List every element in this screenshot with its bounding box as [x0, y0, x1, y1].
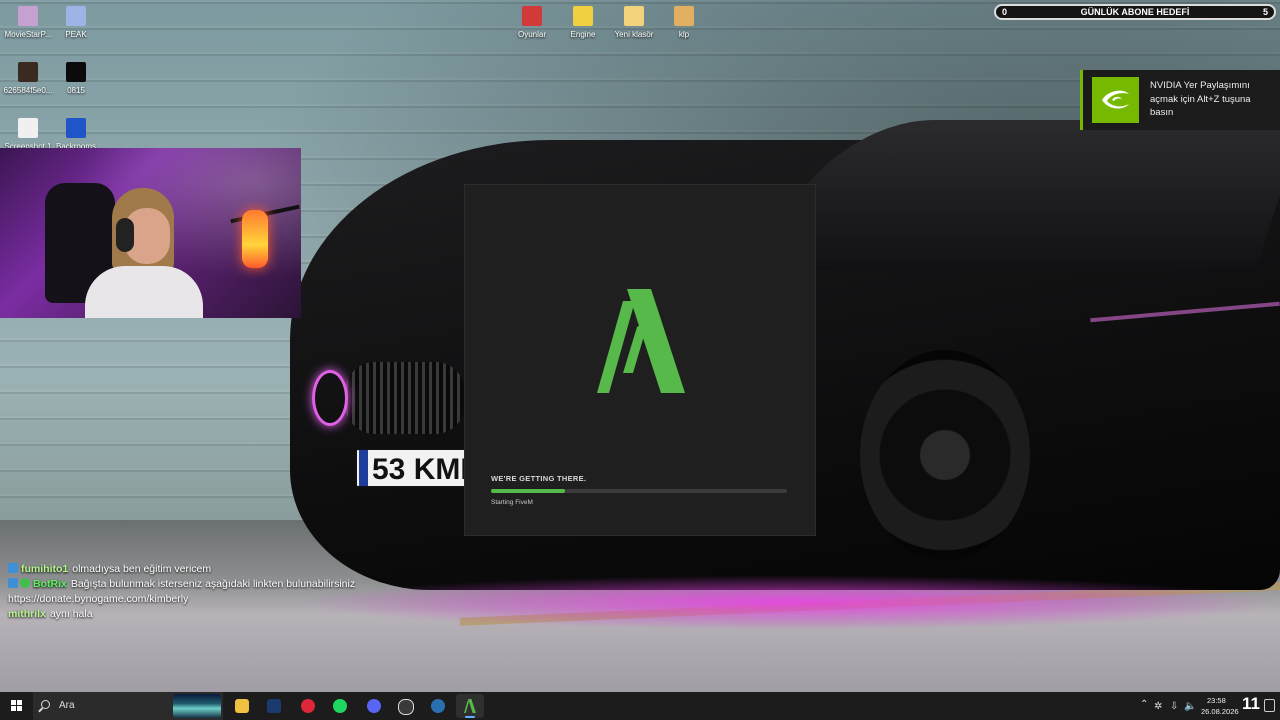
- chat-text: Bağışta bulunmak isterseniz aşağıdaki li…: [70, 578, 356, 590]
- chat-text: olmadıysa ben eğitim vericem: [72, 563, 212, 575]
- taskbar-app-opera-gx[interactable]: [294, 694, 322, 718]
- steam-alt-icon: [431, 699, 445, 713]
- clock-date[interactable]: 26.08.2026: [1201, 707, 1239, 716]
- chat-badge-icon: [8, 578, 18, 588]
- screenshot-file-icon: [18, 118, 38, 138]
- loading-progress-fill: [491, 489, 565, 493]
- clock-time[interactable]: 23:58: [1207, 696, 1226, 705]
- desktop-icon-peak[interactable]: PEAK: [48, 6, 104, 40]
- chat-link[interactable]: https://donate.bynogame.com/kimberly: [8, 593, 188, 605]
- toast-accent-bar: [1080, 70, 1083, 130]
- desktop-icon-0815[interactable]: 0815: [48, 62, 104, 96]
- wallpaper-neon-glow: [300, 575, 1280, 630]
- chat-username: mithrilx: [8, 608, 46, 620]
- notification-center-icon[interactable]: [1264, 699, 1275, 712]
- peak-icon: [66, 6, 86, 26]
- chat-message: fumihito1 olmadıysa ben eğitim vericem: [8, 562, 355, 577]
- image-file-icon: [18, 62, 38, 82]
- backrooms-game-icon: [66, 118, 86, 138]
- opera-gx-icon: [301, 699, 315, 713]
- taskbar-app-spotify[interactable]: [326, 694, 354, 718]
- taskbar-app-fivem[interactable]: [456, 694, 484, 718]
- chat-message: BotRix Bağışta bulunmak isterseniz aşağıd…: [8, 577, 355, 592]
- subscriber-goal-bar: 0 GÜNLÜK ABONE HEDEFİ 5: [994, 4, 1276, 20]
- taskbar-app-obs[interactable]: [391, 694, 419, 718]
- search-icon: [41, 700, 50, 709]
- fivem-logo-icon: [597, 289, 685, 393]
- chevron-up-icon[interactable]: ⌃: [1140, 699, 1148, 710]
- search-placeholder: Ara: [59, 700, 75, 711]
- license-plate-text: 53 KMB: [372, 453, 475, 486]
- folder-icon: [522, 6, 542, 26]
- settings-gear-icon[interactable]: ✲: [1154, 701, 1162, 712]
- usb-device-icon[interactable]: ⇩: [1170, 701, 1178, 712]
- goal-title: GÜNLÜK ABONE HEDEFİ: [1080, 7, 1190, 17]
- wallpaper-car-headlight: [312, 370, 348, 426]
- wallpaper-car-grille: [345, 362, 465, 434]
- black-file-icon: [66, 62, 86, 82]
- speaker-icon[interactable]: 🔈: [1184, 701, 1196, 712]
- folder-icon: [674, 6, 694, 26]
- windows-logo-icon: [11, 700, 22, 711]
- loading-substatus: Starting FiveM: [491, 499, 533, 506]
- chat-badge-icon: [8, 563, 18, 573]
- taskbar-app-steam-alt[interactable]: [424, 694, 452, 718]
- nvidia-overlay-notification[interactable]: NVIDIA Yer Paylaşımını açmak için Alt+Z …: [1080, 70, 1280, 130]
- wallpaper-car-wheel: [860, 350, 1030, 560]
- webcam-streamer: [80, 188, 205, 318]
- corner-number: 11: [1242, 694, 1260, 713]
- webcam-overlay: [0, 148, 301, 318]
- spotify-icon: [333, 699, 347, 713]
- folder-icon: [624, 6, 644, 26]
- search-highlight-image: [173, 694, 221, 718]
- desktop-icon-klp[interactable]: klp: [656, 6, 712, 40]
- chat-username: fumihito1: [21, 563, 69, 575]
- taskbar-app-steam[interactable]: [260, 694, 288, 718]
- start-button[interactable]: [0, 692, 32, 720]
- steam-icon: [267, 699, 281, 713]
- moviestar-icon: [18, 6, 38, 26]
- obs-icon: [398, 699, 414, 715]
- desktop-icon-backrooms[interactable]: Backrooms: [48, 118, 104, 152]
- stream-chat-overlay: fumihito1 olmadıysa ben eğitim vericem Bo…: [8, 562, 355, 622]
- toast-message: NVIDIA Yer Paylaşımını açmak için Alt+Z …: [1150, 80, 1251, 118]
- desktop-icon-yeni-klasor[interactable]: Yeni klasör: [606, 6, 662, 40]
- desktop-icon-engine[interactable]: Engine: [555, 6, 611, 40]
- chat-text: aynı hala: [49, 608, 93, 620]
- chat-username: BotRix: [33, 578, 67, 590]
- loading-status-title: WE'RE GETTING THERE.: [491, 474, 587, 483]
- desktop-icon-oyunlar[interactable]: Oyunlar: [504, 6, 560, 40]
- discord-icon: [367, 699, 381, 713]
- file-explorer-icon: [235, 699, 249, 713]
- fivem-icon: [464, 699, 476, 713]
- taskbar-app-discord[interactable]: [360, 694, 388, 718]
- loading-progress-bar: [491, 489, 787, 493]
- taskbar-search[interactable]: Ara: [33, 692, 223, 720]
- chat-message: mithrilx aynı hala: [8, 607, 355, 622]
- webcam-microphone: [242, 210, 268, 268]
- folder-icon: [573, 6, 593, 26]
- license-plate: 53 KMB: [355, 448, 475, 488]
- verified-badge-icon: [20, 578, 30, 588]
- taskbar-app-file-explorer[interactable]: [228, 694, 256, 718]
- chat-message: https://donate.bynogame.com/kimberly: [8, 592, 355, 607]
- taskbar: Ara ⌃ ✲ ⇩ 🔈 23:58 26.08.2026: [0, 692, 1280, 720]
- nvidia-logo-icon: [1092, 77, 1139, 123]
- goal-target-value: 5: [1262, 7, 1268, 17]
- fivem-loading-window[interactable]: WE'RE GETTING THERE. Starting FiveM: [465, 185, 815, 535]
